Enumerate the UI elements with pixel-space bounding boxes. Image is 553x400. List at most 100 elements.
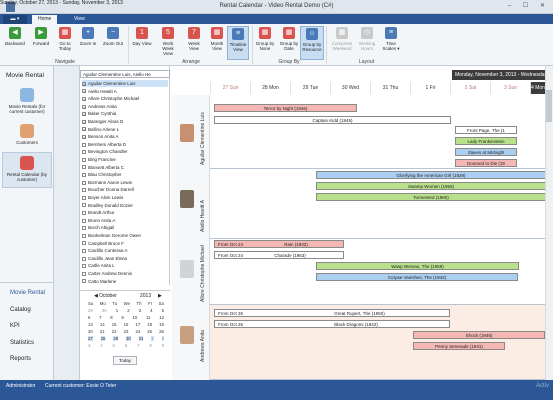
appointment[interactable]: Captain Kidd (1945) [214,116,451,124]
resource-checkbox[interactable]: ✓ [82,119,86,124]
day-header[interactable]: 28 Mon [250,82,290,94]
resource-checkbox[interactable] [82,226,86,231]
appointment[interactable]: From Oct 26 Great Rupert, The (1950) [214,309,450,317]
calendar-day[interactable]: 26 [159,329,164,334]
resource-list-item[interactable]: ✓ Allore Christophe Michael [82,95,168,102]
go-to-today-button[interactable]: ▦ Go to Today [54,26,76,60]
appointment[interactable]: Corpse Vanishes, The (1942) [316,273,518,281]
work-week-view-button[interactable]: 5 Work Week View [157,26,179,60]
resource-list-item[interactable]: Bradley Donald Dozier [82,202,168,209]
day-header[interactable]: 2 Sat [450,82,490,94]
appointment[interactable]: Tormented (1960) [316,193,546,201]
calendar-day[interactable]: 6 [125,343,127,348]
calendar-day[interactable]: 1 [151,336,154,341]
zoom-out-button[interactable]: − Zoom Out [102,26,124,60]
timeline-view-button[interactable]: ≡ Timeline View [227,26,249,60]
today-button[interactable]: Today [113,356,137,365]
resource-checkbox[interactable] [82,157,86,162]
nav-group-statistics[interactable]: Statistics [10,340,34,346]
calendar-day[interactable]: 9 [121,315,123,320]
resource-checkbox[interactable]: ✓ [82,81,86,86]
calendar-day[interactable]: 8 [149,343,151,348]
resource-checkbox[interactable] [82,150,86,155]
resource-list-item[interactable]: ✓ Benson Anita A [82,133,168,140]
calendar-day[interactable]: 14 [100,322,105,327]
compress-weekend-button[interactable]: ▦ Compress Weekend [329,26,355,60]
resource-checkbox[interactable]: ✓ [82,104,86,109]
calendar-day[interactable]: 6 [88,315,90,320]
calendar-day[interactable]: 22 [112,329,117,334]
nav-group-kpi[interactable]: KPI [10,323,20,329]
resource-list-item[interactable]: ✓ Baranger Alnas D [82,118,168,125]
day-header[interactable]: 4 Mon [530,82,545,94]
resource-checkbox[interactable]: ✓ [82,127,86,132]
resource-checkbox[interactable] [82,271,86,276]
calendar-day[interactable]: 29 [113,336,119,341]
day-header[interactable]: 29 Tue [290,82,330,94]
resource-list-item[interactable]: Bing Francine [82,156,168,163]
resource-checkbox[interactable] [82,188,86,193]
calendar-day[interactable]: 28 [100,336,106,341]
splitter[interactable] [54,66,80,380]
day-header[interactable]: 30 Wed [330,82,370,94]
resource-list-item[interactable]: Catto Marlene [82,278,168,285]
appointment[interactable]: Wasp Woman, The (1959) [316,262,519,270]
resource-list-item[interactable]: Brunn Anita A [82,217,168,224]
resource-list-item[interactable]: ✓ Bellino Arlene L [82,126,168,133]
resource-list-item[interactable]: Bevington Chandler [82,148,168,155]
appointment[interactable]: Front Page, The (1 [455,126,517,134]
calendar-day[interactable]: 23 [124,329,129,334]
resource-list-item[interactable]: Boyer Alvin Lewis [82,194,168,201]
calendar-day[interactable]: 12 [159,315,164,320]
zoom-in-button[interactable]: + Zoom In [77,26,99,60]
calendar-day[interactable]: 17 [135,322,140,327]
calendar-day[interactable]: 15 [112,322,117,327]
calendar-day[interactable]: 1 [116,308,118,313]
calendar-year[interactable]: 2013 [140,293,151,299]
month-view-button[interactable]: ▦ Month View [206,26,228,60]
resource-list-item[interactable]: ✓ Aguilar Clementine Luis [82,80,168,87]
resource-list-item[interactable]: Bernhem Alberta D [82,141,168,148]
resource-checkbox[interactable] [82,195,86,200]
day-header[interactable]: 31 Thu [370,82,410,94]
resource-list-item[interactable]: Blansett Alberta C [82,164,168,171]
working-hours-button[interactable]: ◷ Working Hours [356,26,378,60]
resource-list-item[interactable]: Cardillo Jean Elena [82,255,168,262]
appointment[interactable]: Swamp Women (1956) [316,182,546,190]
file-menu-button[interactable]: ▬ ▾ [3,15,27,24]
calendar-day[interactable]: 29 [88,308,93,313]
tab-home[interactable]: Home [32,15,58,24]
resource-checkbox[interactable] [82,264,86,269]
resource-checkbox[interactable] [82,211,86,215]
nav-item-rental-calendar[interactable]: Rental Calendar (by customer) [2,152,52,188]
resource-list-item[interactable]: Carter Andrew Dennis [82,270,168,277]
resource-checkbox[interactable]: ✓ [82,135,86,140]
resource-checkbox[interactable] [82,256,86,261]
day-header[interactable]: 27 Sun [210,82,250,94]
resource-list-item[interactable]: ✓ Andrews Anita [82,103,168,110]
calendar-day[interactable]: 19 [159,322,164,327]
calendar-month[interactable]: October [99,293,117,299]
calendar-next-month[interactable]: ▶ [158,293,162,299]
nav-group-catalog[interactable]: Catalog [10,307,31,313]
tab-view[interactable]: View [68,15,91,24]
calendar-day[interactable]: 4 [150,308,152,313]
resource-checkbox[interactable] [82,203,86,208]
appointment[interactable]: Glorifying the American Girl (1929) [316,171,546,179]
resource-list-item[interactable]: Brandt Arthur [82,209,168,216]
group-by-none-button[interactable]: ▦ Group by None [254,26,276,60]
resources-combo[interactable]: Aguilar Clementine Luis, Aiello He [80,70,170,78]
appointment[interactable]: Slaves at Midnight [455,148,517,156]
resource-list-item[interactable]: Campbell Bruce F [82,240,168,247]
calendar-day[interactable]: 7 [99,315,101,320]
scrollbar-thumb[interactable] [546,90,552,122]
appointment[interactable]: Lady Frankenstein [455,137,517,145]
group-by-resource-button[interactable]: ☺ Group by Resource [300,26,324,60]
resource-list-item[interactable]: Carlle Anita L [82,262,168,269]
calendar-prev-month[interactable]: ◀ [94,293,98,299]
resource-checkbox[interactable]: ✓ [82,89,86,94]
resource-list-item[interactable]: Blau Christopher [82,171,168,178]
resource-list-item[interactable]: ✓ Aiello Hewitt A [82,88,168,95]
nav-group-reports[interactable]: Reports [10,356,31,362]
resource-checkbox[interactable] [82,279,86,284]
